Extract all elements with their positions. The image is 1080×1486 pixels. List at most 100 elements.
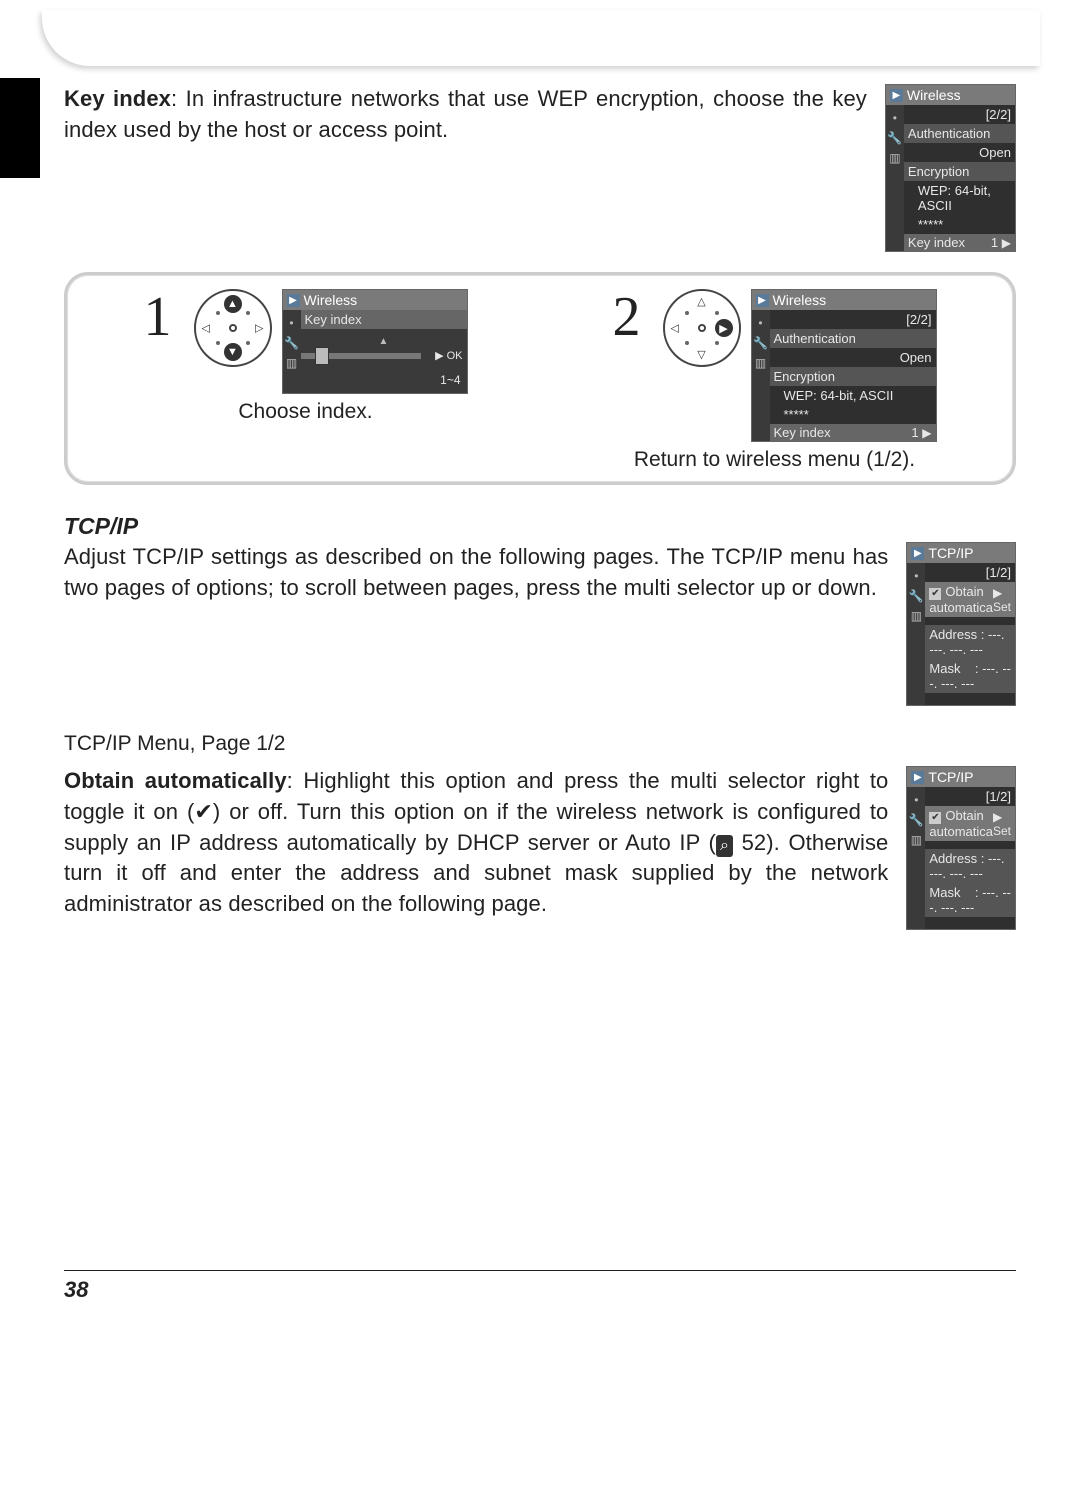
lcd-auth-value: Open (904, 143, 1015, 162)
dpad-up-icon: △ (697, 295, 705, 308)
card-icon: ▥ (889, 151, 900, 165)
keyindex-paragraph: Key index: In infrastructure networks th… (64, 84, 867, 146)
obtain-label: Obtain automatically (64, 768, 287, 793)
keyindex-label: Key index (64, 86, 171, 111)
multi-selector-dpad: △ ▽ ◁ ▶ (663, 289, 741, 367)
caret-up-icon: ▲ (379, 336, 389, 347)
keyindex-text: : In infrastructure networks that use WE… (64, 86, 867, 142)
step2-caption: Return to wireless menu (1/2). (634, 448, 915, 472)
lcd-iconcol: • 🔧 ▥ (886, 105, 904, 251)
wrench-icon: 🔧 (887, 131, 902, 145)
tcpip-paragraph: Adjust TCP/IP settings as described on t… (64, 542, 888, 604)
lcd-tcpip-title: TCP/IP (928, 545, 973, 561)
dpad-up-icon: ▲ (224, 295, 242, 313)
lcd-tcpip-obtain-row: ✔Obtain automatica ▶ Set (925, 582, 1015, 617)
dot-icon: • (914, 569, 918, 583)
card-icon: ▥ (911, 609, 922, 623)
wrench-icon: 🔧 (909, 589, 924, 603)
wrench-icon: 🔧 (284, 336, 299, 350)
dpad-right-icon: ▶ (715, 319, 733, 337)
lcd-step2-enc-mask: ***** (770, 405, 936, 424)
chevron-right-icon: ▶ (1002, 236, 1011, 250)
lcd-title: Wireless (907, 87, 961, 103)
chevron-right-icon: ▶ (922, 426, 931, 440)
wrench-icon: 🔧 (753, 336, 768, 350)
step-2: 2 △ ▽ ◁ ▶ ▶Wireless •🔧▥ [2/2] Authen (546, 289, 1003, 472)
lcd-keyindex-value: 1 (991, 235, 998, 250)
check-icon: ✔ (194, 799, 213, 824)
lcd-step2-auth-label: Authentication (770, 329, 936, 348)
lcd-step1-slider: ▲ ▶ OK (301, 329, 467, 369)
dot-icon: • (289, 316, 293, 330)
lcd-keyindex-row: Key index 1 ▶ (904, 234, 1015, 251)
dpad-center-icon (698, 324, 706, 332)
lcd-tcpip-2: ▶ TCP/IP • 🔧 ▥ [1/2] ✔Obtain automatica ▶ S… (906, 766, 1016, 930)
thumb-tab (0, 78, 40, 178)
obtain-pgref: 52 (742, 830, 767, 855)
footer-rule (64, 1270, 1016, 1271)
lcd-tcpip-1: ▶ TCP/IP • 🔧 ▥ [1/2] ✔Obtain automatica ▶ S… (906, 542, 1016, 706)
step2-number: 2 (613, 289, 653, 345)
lcd-step1: ▶Wireless •🔧▥ Key index ▲ ▶ OK (282, 289, 468, 394)
dot-icon: • (914, 793, 918, 807)
step-1: 1 ▲ ▼ ◁ ▷ ▶Wireless •🔧▥ Key index (77, 289, 534, 472)
play-icon: ▶ (911, 547, 924, 560)
lcd-tcpip2-mask: Mask : ---. ---. ---. --- (925, 883, 1015, 917)
lcd-step1-range: 1~4 (301, 369, 467, 393)
lcd-tcpip-page: [1/2] (986, 565, 1011, 580)
dpad-right-icon: ▷ (255, 322, 263, 335)
lcd-step1-sub: Key index (301, 310, 467, 329)
card-icon: ▥ (286, 356, 297, 370)
step1-number: 1 (144, 289, 184, 345)
dpad-down-icon: ▽ (697, 348, 705, 361)
tcpip-heading: TCP/IP (64, 513, 1016, 540)
lcd-step2-keyindex-label: Key index (774, 425, 831, 440)
play-icon: ▶ (890, 89, 903, 102)
dpad-left-icon: ◁ (202, 322, 210, 335)
wrench-icon: 🔧 (909, 813, 924, 827)
lcd-enc-mask: ***** (904, 215, 1015, 234)
lcd-page: [2/2] (986, 107, 1011, 122)
lcd-tcpip2-title: TCP/IP (928, 769, 973, 785)
page-corner-shadow (42, 10, 1040, 66)
dot-icon: • (758, 316, 762, 330)
steps-frame: 1 ▲ ▼ ◁ ▷ ▶ Wireless • 🔧 ▥ Key index (64, 272, 1016, 485)
lcd-tcpip-address: Address : ---. ---. ---. --- (925, 625, 1015, 659)
tcpip-menu12-heading: TCP/IP Menu, Page 1/2 (64, 732, 1016, 756)
dpad-center-icon (229, 324, 237, 332)
lcd-keyindex-label: Key index (908, 235, 965, 250)
lcd-step2-enc-label: Encryption (770, 367, 936, 386)
lcd-tcpip2-page: [1/2] (986, 789, 1011, 804)
lcd-auth-label: Authentication (904, 124, 1015, 143)
dot-icon: • (893, 111, 897, 125)
lcd-tcpip-set: ▶ Set (993, 586, 1011, 614)
step1-caption: Choose index. (238, 400, 372, 424)
play-icon: ▶ (756, 294, 769, 307)
multi-selector-dpad: ▲ ▼ ◁ ▷ (194, 289, 272, 367)
lcd-step2-title: Wireless (773, 292, 827, 308)
checkbox-icon: ✔ (929, 812, 941, 824)
lcd-step2-page: [2/2] (906, 312, 931, 327)
manual-page: Key index: In infrastructure networks th… (0, 0, 1080, 1486)
lcd-tcpip-mask: Mask : ---. ---. ---. --- (925, 659, 1015, 693)
play-icon: ▶ (911, 771, 924, 784)
page-ref-icon: ⌕ (716, 835, 733, 857)
page-number: 38 (64, 1277, 1016, 1303)
card-icon: ▥ (755, 356, 766, 370)
lcd-step1-title: Wireless (304, 292, 358, 308)
lcd-step2-keyindex-value: 1 (911, 425, 918, 440)
lcd-step2: ▶Wireless •🔧▥ [2/2] Authentication Open … (751, 289, 937, 442)
card-icon: ▥ (911, 833, 922, 847)
lcd-enc-value: WEP: 64-bit, ASCII (904, 181, 1015, 215)
checkbox-icon: ✔ (929, 588, 941, 600)
lcd-titlebar: ▶ Wireless (886, 85, 1015, 105)
lcd-step1-ok: ▶ OK (435, 349, 466, 362)
obtain-paragraph: Obtain automatically: Highlight this opt… (64, 766, 888, 920)
dpad-down-icon: ▼ (224, 343, 242, 361)
lcd-step2-enc-value: WEP: 64-bit, ASCII (770, 386, 936, 405)
dpad-left-icon: ◁ (671, 322, 679, 335)
lcd-enc-label: Encryption (904, 162, 1015, 181)
lcd-step2-auth-value: Open (770, 348, 936, 367)
lcd-tcpip2-obtain-row: ✔Obtain automatica ▶ Set (925, 806, 1015, 841)
lcd-tcpip2-address: Address : ---. ---. ---. --- (925, 849, 1015, 883)
